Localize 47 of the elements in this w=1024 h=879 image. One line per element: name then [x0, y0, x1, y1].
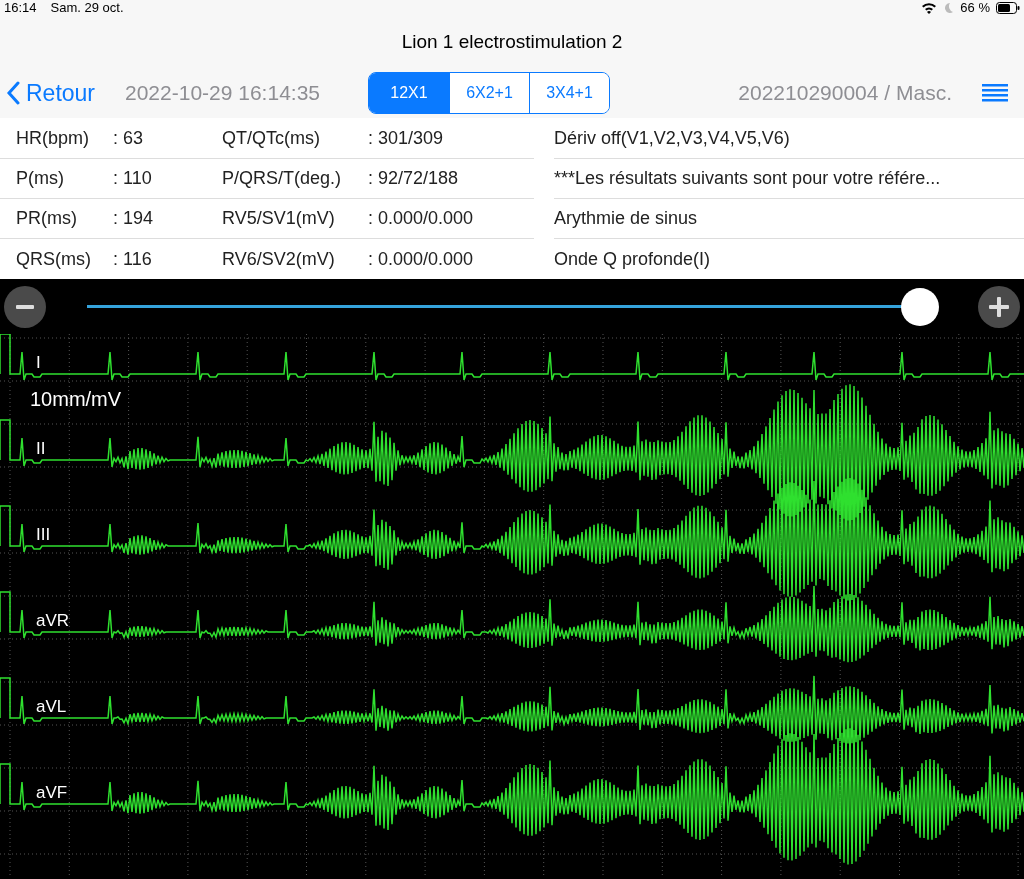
- measure-label: RV6/SV2(mV): [222, 247, 335, 271]
- slider-thumb[interactable]: [901, 287, 939, 326]
- lead-label: aVL: [36, 697, 67, 716]
- battery-icon: [996, 2, 1020, 14]
- measure-label: QRS(ms): [16, 247, 91, 271]
- lead-label: I: [36, 353, 41, 372]
- status-date: Sam. 29 oct.: [50, 0, 124, 18]
- zoom-out-button[interactable]: [4, 285, 46, 328]
- layout-tab[interactable]: 6X2+1: [449, 73, 529, 113]
- moon-icon: [943, 2, 955, 14]
- status-time: 16:14: [4, 0, 37, 18]
- lead-label: III: [36, 525, 51, 544]
- chevron-left-icon: [6, 81, 20, 105]
- lead-label: aVR: [36, 611, 70, 630]
- record-datetime: 2022-10-29 16:14:35: [125, 80, 320, 107]
- measure-value: : 110: [113, 167, 152, 190]
- measure-label: RV5/SV1(mV): [222, 207, 335, 230]
- wifi-icon: [921, 2, 938, 14]
- lead-label: aVF: [36, 783, 68, 802]
- menu-icon[interactable]: [982, 84, 1008, 102]
- measure-label: PR(ms): [16, 207, 77, 230]
- measure-value: : 92/72/188: [368, 167, 459, 190]
- measure-label: P(ms): [16, 167, 64, 190]
- measure-label: P/QRS/T(deg.): [222, 167, 342, 190]
- layout-tab[interactable]: 12X1: [369, 73, 449, 113]
- plus-icon: [989, 296, 1009, 317]
- measure-value: : 301/309: [368, 127, 444, 150]
- measure-value: : 0.000/0.000: [368, 247, 474, 271]
- battery-percent: 66 %: [960, 0, 990, 18]
- interpretation-text: Dériv off(V1,V2,V3,V4,V5,V6): [554, 127, 790, 150]
- back-link[interactable]: Retour: [6, 75, 118, 111]
- gain-label: 10mm/mV: [30, 388, 122, 410]
- screen-title: Lion 1 electrostimulation 2: [401, 29, 623, 54]
- zoom-in-button[interactable]: [978, 285, 1020, 328]
- interpretation-text: Onde Q profonde(I): [554, 247, 711, 271]
- measure-value: : 116: [113, 247, 152, 271]
- measure-label: HR(bpm): [16, 127, 89, 150]
- interpretation-text: ***Les résultats suivants sont pour votre référe...: [554, 167, 941, 190]
- measure-value: : 194: [113, 207, 154, 230]
- interpretation-text: Arythmie de sinus: [554, 207, 698, 230]
- minus-icon: [16, 304, 34, 309]
- measure-value: : 63: [113, 127, 144, 150]
- record-id: 202210290004 / Masc.: [738, 80, 952, 107]
- measure-label: QT/QTc(ms): [222, 127, 320, 150]
- layout-tab[interactable]: 3X4+1: [529, 73, 609, 113]
- measure-value: : 0.000/0.000: [368, 207, 474, 230]
- lead-label: II: [36, 439, 46, 458]
